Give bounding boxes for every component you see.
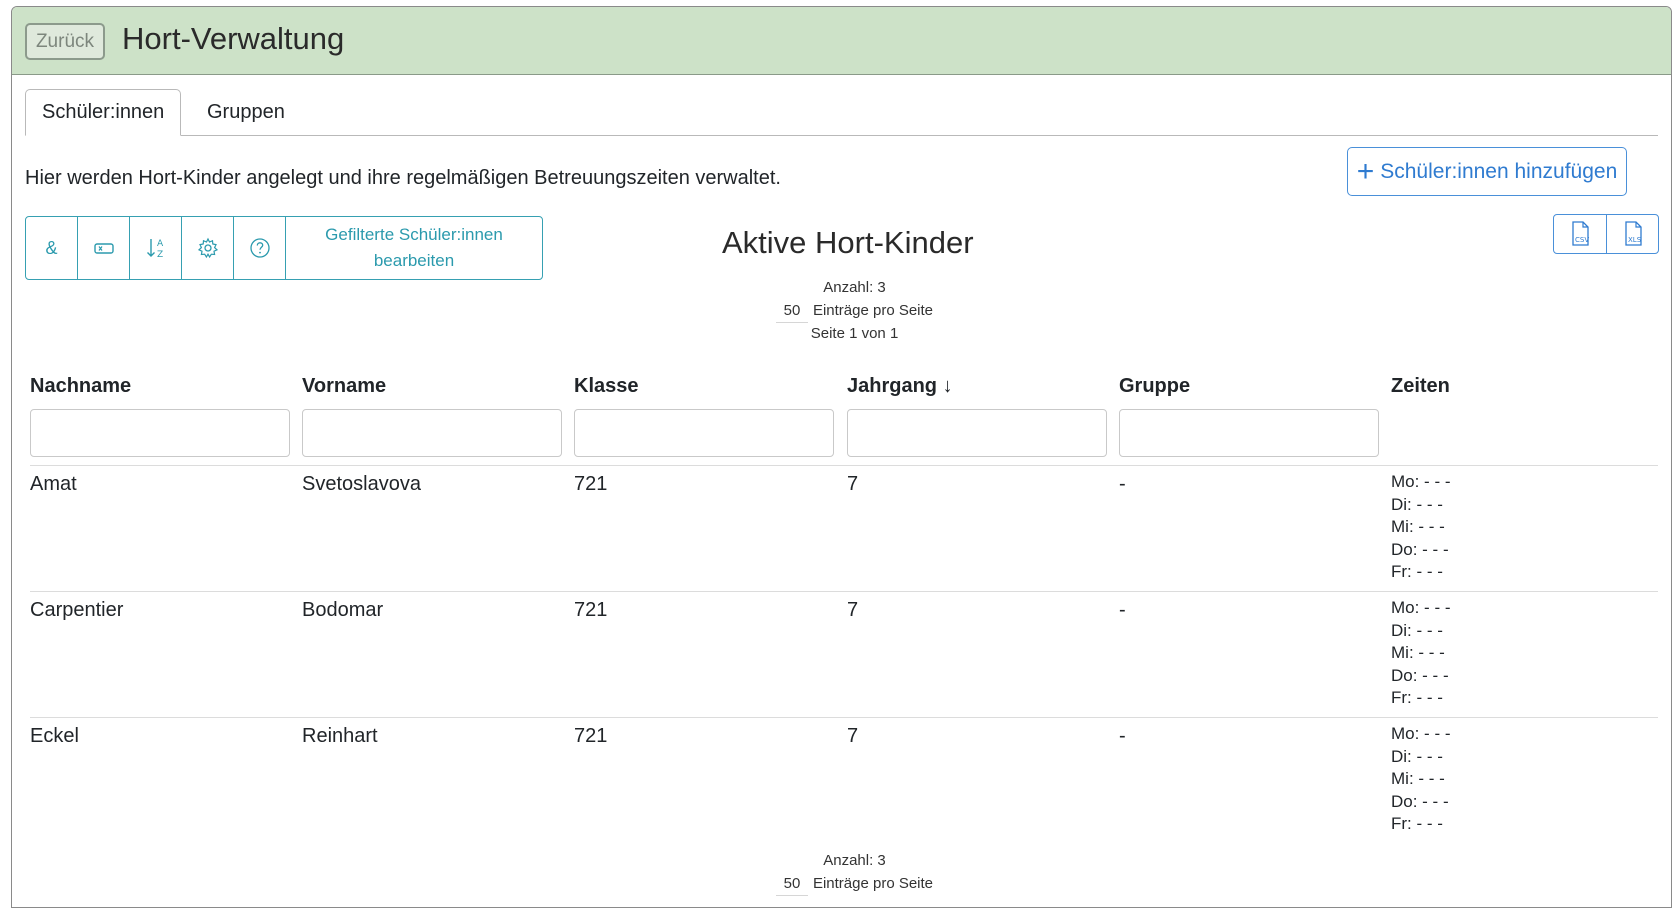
csv-file-icon: CSV <box>1572 221 1589 246</box>
cell-gruppe: - <box>1119 725 1126 747</box>
add-students-label: Schüler:innen hinzufügen <box>1380 159 1618 183</box>
row-divider <box>30 591 1658 592</box>
svg-text:Z: Z <box>157 250 163 260</box>
filter-nachname-input[interactable] <box>30 409 290 457</box>
tag-button[interactable] <box>78 217 130 279</box>
filter-klasse-input[interactable] <box>574 409 834 457</box>
app-header: Zurück Hort-Verwaltung <box>12 7 1671 75</box>
list-title: Aktive Hort-Kinder <box>722 225 974 260</box>
row-divider <box>30 465 1658 466</box>
filter-jahrgang-input[interactable] <box>847 409 1107 457</box>
xls-export-button[interactable]: XLS <box>1606 215 1658 253</box>
tab-schuelerinnen[interactable]: Schüler:innen <box>25 89 182 136</box>
pager-top: Anzahl: 3 50 Einträge pro Seite Seite 1 v… <box>752 276 957 345</box>
cell-zeiten: Mo: - - - Di: - - - Mi: - - - Do: - - - Fr: … <box>1391 724 1451 833</box>
filter-gruppe-input[interactable] <box>1119 409 1379 457</box>
gear-icon <box>197 237 218 259</box>
per-page-input[interactable]: 50 <box>775 872 808 896</box>
entry-count: Anzahl: 3 <box>823 279 886 296</box>
cell-vorname: Reinhart <box>302 725 378 747</box>
cell-jahrgang: 7 <box>847 473 859 495</box>
sort-button[interactable]: A Z <box>130 217 182 279</box>
column-header-vorname[interactable]: Vorname <box>302 375 386 398</box>
column-header-gruppe[interactable]: Gruppe <box>1119 375 1190 398</box>
cell-gruppe: - <box>1119 473 1126 495</box>
cell-klasse: 721 <box>574 599 608 621</box>
app-title: Hort-Verwaltung <box>122 21 345 56</box>
column-header-zeiten[interactable]: Zeiten <box>1391 375 1450 398</box>
cell-nachname: Eckel <box>30 725 79 747</box>
tag-icon <box>93 243 114 254</box>
csv-export-button[interactable]: CSV <box>1554 215 1606 253</box>
add-students-button[interactable]: + Schüler:innen hinzufügen <box>1347 147 1627 196</box>
column-header-jahrgang[interactable]: Jahrgang ↓ <box>847 375 953 398</box>
column-header-nachname[interactable]: Nachname <box>30 375 131 398</box>
settings-button[interactable] <box>182 217 234 279</box>
cell-zeiten: Mo: - - - Di: - - - Mi: - - - Do: - - - Fr: … <box>1391 598 1451 707</box>
per-page-label: Einträge pro Seite <box>812 302 934 319</box>
cell-gruppe: - <box>1119 599 1126 621</box>
cell-nachname: Amat <box>30 473 77 495</box>
cell-zeiten: Mo: - - - Di: - - - Mi: - - - Do: - - - Fr: … <box>1391 472 1451 581</box>
back-button[interactable]: Zurück <box>25 23 105 60</box>
tab-gruppen[interactable]: Gruppen <box>190 89 302 136</box>
page-description: Hier werden Hort-Kinder angelegt und ihr… <box>25 167 781 189</box>
svg-text:CSV: CSV <box>1575 236 1589 244</box>
filter-vorname-input[interactable] <box>302 409 562 457</box>
plus-icon: + <box>1356 154 1375 188</box>
ampersand-button[interactable]: & <box>26 217 78 279</box>
xls-file-icon: XLS <box>1624 221 1642 246</box>
filter-toolbar: & A Z Gefilterte Schüler:innen bearbeite… <box>25 216 543 280</box>
page-indicator: Seite 1 von 1 <box>810 325 899 342</box>
cell-klasse: 721 <box>574 725 608 747</box>
edit-filtered-button[interactable]: Gefilterte Schüler:innen bearbeiten <box>286 217 542 279</box>
column-header-klasse[interactable]: Klasse <box>574 375 639 398</box>
svg-text:XLS: XLS <box>1628 236 1642 244</box>
pager-bottom: Anzahl: 3 50 Einträge pro Seite <box>752 849 957 896</box>
ampersand-icon: & <box>45 237 58 258</box>
per-page-input[interactable]: 50 <box>775 299 808 323</box>
cell-vorname: Bodomar <box>302 599 384 621</box>
export-buttons: CSV XLS <box>1553 214 1659 254</box>
help-button[interactable] <box>234 217 286 279</box>
cell-klasse: 721 <box>574 473 608 495</box>
help-icon <box>249 238 270 258</box>
sort-alpha-icon: A Z <box>146 239 164 260</box>
cell-nachname: Carpentier <box>30 599 124 621</box>
app-window: Zurück Hort-Verwaltung Schüler:innen Gru… <box>11 6 1672 908</box>
cell-vorname: Svetoslavova <box>302 473 421 495</box>
cell-jahrgang: 7 <box>847 725 859 747</box>
per-page-label: Einträge pro Seite <box>812 875 934 892</box>
row-divider <box>30 717 1658 718</box>
cell-jahrgang: 7 <box>847 599 859 621</box>
svg-text:A: A <box>157 239 164 249</box>
entry-count: Anzahl: 3 <box>823 852 886 869</box>
